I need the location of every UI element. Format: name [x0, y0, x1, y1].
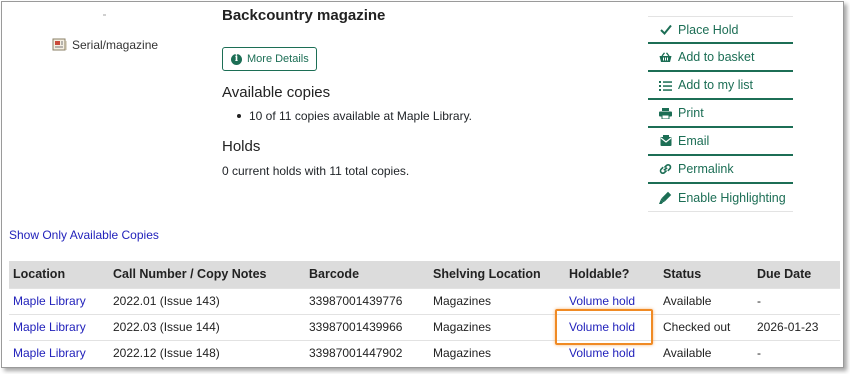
barcode-cell: 33987001439776: [305, 287, 429, 314]
availability-summary: 10 of 11 copies available at Maple Libra…: [237, 109, 472, 123]
record-title: Backcountry magazine: [222, 7, 386, 24]
info-icon: i: [231, 53, 242, 65]
check-icon: [659, 24, 672, 35]
basket-icon: [659, 51, 672, 63]
location-link[interactable]: Maple Library: [13, 294, 86, 308]
record-actions-menu: Place Hold Add to basket Add to my list …: [648, 16, 793, 212]
email-icon: [659, 135, 672, 147]
callout-highlight-box: [555, 309, 653, 345]
column-header-barcode[interactable]: Barcode: [305, 261, 429, 288]
place-hold-button[interactable]: Place Hold: [648, 16, 793, 44]
shelving-location-cell: Magazines: [429, 287, 565, 314]
more-details-label: More Details: [247, 53, 309, 65]
location-link[interactable]: Maple Library: [13, 346, 86, 360]
show-only-available-link[interactable]: Show Only Available Copies: [9, 228, 159, 242]
due-date-cell: -: [753, 339, 840, 366]
add-to-my-list-label: Add to my list: [678, 78, 754, 92]
available-copies-heading: Available copies: [222, 84, 331, 101]
table-row: Maple Library 2022.03 (Issue 144) 339870…: [9, 313, 840, 340]
location-link[interactable]: Maple Library: [13, 320, 86, 334]
status-cell: Checked out: [659, 313, 753, 340]
table-row: Maple Library 2022.12 (Issue 148) 339870…: [9, 339, 840, 366]
volume-hold-link[interactable]: Volume hold: [569, 346, 635, 360]
more-details-button[interactable]: i More Details: [222, 47, 317, 71]
call-number-cell: 2022.01 (Issue 143): [109, 287, 305, 314]
volume-hold-link[interactable]: Volume hold: [569, 294, 635, 308]
add-to-basket-label: Add to basket: [678, 50, 755, 64]
due-date-cell: -: [753, 287, 840, 314]
email-label: Email: [678, 134, 710, 148]
column-header-holdable[interactable]: Holdable?: [565, 261, 659, 288]
format-label: Serial/magazine: [72, 38, 159, 52]
shelving-location-cell: Magazines: [429, 313, 565, 340]
status-cell: Available: [659, 287, 753, 314]
column-header-due-date[interactable]: Due Date: [753, 261, 840, 288]
column-header-shelving-location[interactable]: Shelving Location: [429, 261, 565, 288]
add-to-my-list-button[interactable]: Add to my list: [648, 72, 793, 100]
due-date-cell: 2026-01-23: [753, 313, 840, 340]
place-hold-label: Place Hold: [678, 22, 739, 37]
column-header-location[interactable]: Location: [9, 261, 109, 288]
table-row: Maple Library 2022.01 (Issue 143) 339870…: [9, 287, 840, 314]
serial-magazine-icon: [52, 38, 67, 52]
enable-highlighting-button[interactable]: Enable Highlighting: [648, 184, 793, 212]
copies-table: Location Call Number / Copy Notes Barcod…: [9, 261, 840, 366]
holds-heading: Holds: [222, 138, 261, 155]
bullet-icon: [237, 114, 241, 118]
column-header-call-number[interactable]: Call Number / Copy Notes: [109, 261, 305, 288]
table-header-row: Location Call Number / Copy Notes Barcod…: [9, 261, 840, 288]
screenshot-frame: Serial/magazine Backcountry magazine i M…: [1, 1, 844, 368]
barcode-cell: 33987001447902: [305, 339, 429, 366]
highlighter-icon: [659, 191, 672, 204]
enable-highlighting-label: Enable Highlighting: [678, 190, 786, 205]
permalink-button[interactable]: Permalink: [648, 156, 793, 184]
shelving-location-cell: Magazines: [429, 339, 565, 366]
decorative-dot: [103, 14, 106, 16]
call-number-cell: 2022.12 (Issue 148): [109, 339, 305, 366]
column-header-status[interactable]: Status: [659, 261, 753, 288]
status-cell: Available: [659, 339, 753, 366]
print-button[interactable]: Print: [648, 100, 793, 128]
holds-summary: 0 current holds with 11 total copies.: [222, 164, 410, 178]
add-to-basket-button[interactable]: Add to basket: [648, 44, 793, 72]
link-icon: [659, 163, 672, 175]
list-icon: [659, 80, 672, 91]
print-icon: [659, 107, 672, 119]
call-number-cell: 2022.03 (Issue 144): [109, 313, 305, 340]
permalink-label: Permalink: [678, 162, 734, 176]
barcode-cell: 33987001439966: [305, 313, 429, 340]
print-label: Print: [678, 106, 704, 120]
availability-text: 10 of 11 copies available at Maple Libra…: [249, 109, 473, 123]
email-button[interactable]: Email: [648, 128, 793, 156]
format-indicator: Serial/magazine: [52, 38, 158, 52]
